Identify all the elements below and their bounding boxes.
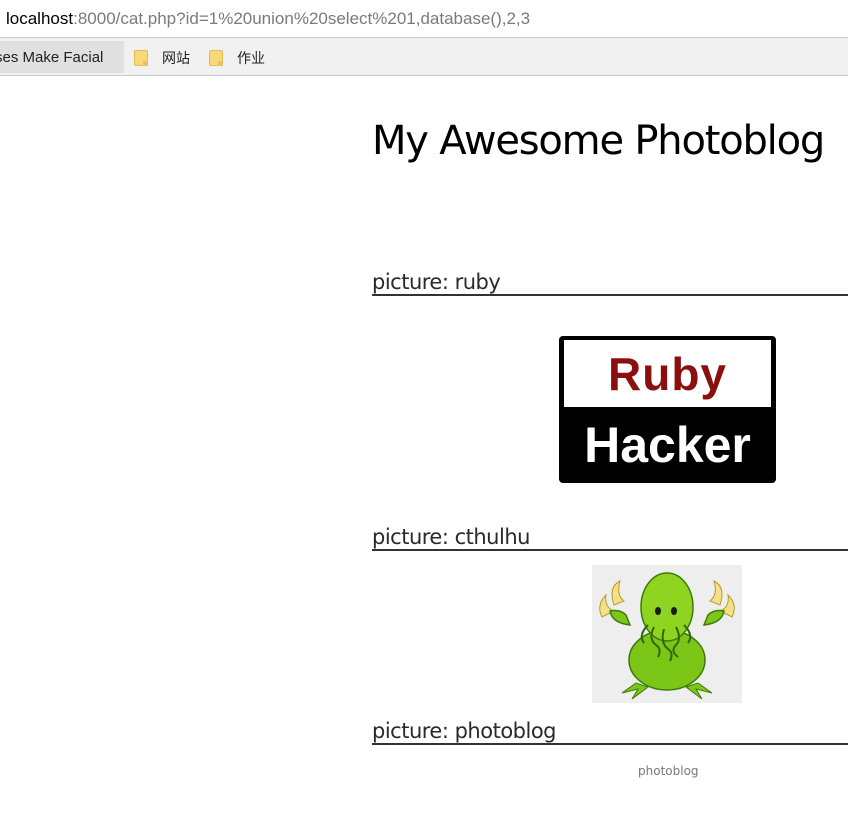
- ruby-word: Ruby: [608, 347, 727, 400]
- bookmark-folder-label: 网站: [162, 51, 190, 67]
- cthulhu-image: [592, 565, 742, 703]
- broken-image-alt: photoblog: [638, 764, 699, 778]
- bookmark-folder-websites[interactable]: 网站: [134, 48, 190, 68]
- url-host: localhost: [6, 9, 74, 28]
- picture-heading-label: picture: photoblog: [372, 719, 557, 743]
- ruby-logo-top: Ruby: [564, 340, 771, 407]
- address-bar[interactable]: localhost:8000/cat.php?id=1%20union%20se…: [0, 0, 848, 38]
- picture-heading-cthulhu: picture: cthulhu: [372, 523, 848, 551]
- bookmark-partial[interactable]: rses Make Facial: [0, 41, 124, 73]
- picture-heading-label: picture: cthulhu: [372, 525, 530, 549]
- bookmarks-bar: rses Make Facial 网站 作业: [0, 38, 848, 76]
- folder-icon: [134, 50, 148, 66]
- bookmark-partial-label: rses Make Facial: [0, 49, 104, 66]
- folder-icon: [209, 50, 223, 66]
- picture-heading-photoblog: picture: photoblog: [372, 717, 848, 745]
- url-path: :8000/cat.php?id=1%20union%20select%201,…: [73, 9, 531, 28]
- url-text[interactable]: localhost:8000/cat.php?id=1%20union%20se…: [6, 9, 530, 29]
- hacker-word: Hacker: [584, 417, 751, 473]
- cthulhu-illustration: [599, 572, 735, 700]
- site-title[interactable]: My Awesome Photoblog: [372, 118, 825, 164]
- picture-heading-label: picture: ruby: [372, 270, 501, 294]
- ruby-hacker-image: Ruby Hacker: [559, 336, 776, 483]
- bookmark-folder-label: 作业: [237, 51, 265, 67]
- picture-heading-ruby: picture: ruby: [372, 268, 848, 296]
- hacker-logo-bottom: Hacker: [564, 411, 771, 479]
- bookmark-folder-homework[interactable]: 作业: [209, 48, 265, 68]
